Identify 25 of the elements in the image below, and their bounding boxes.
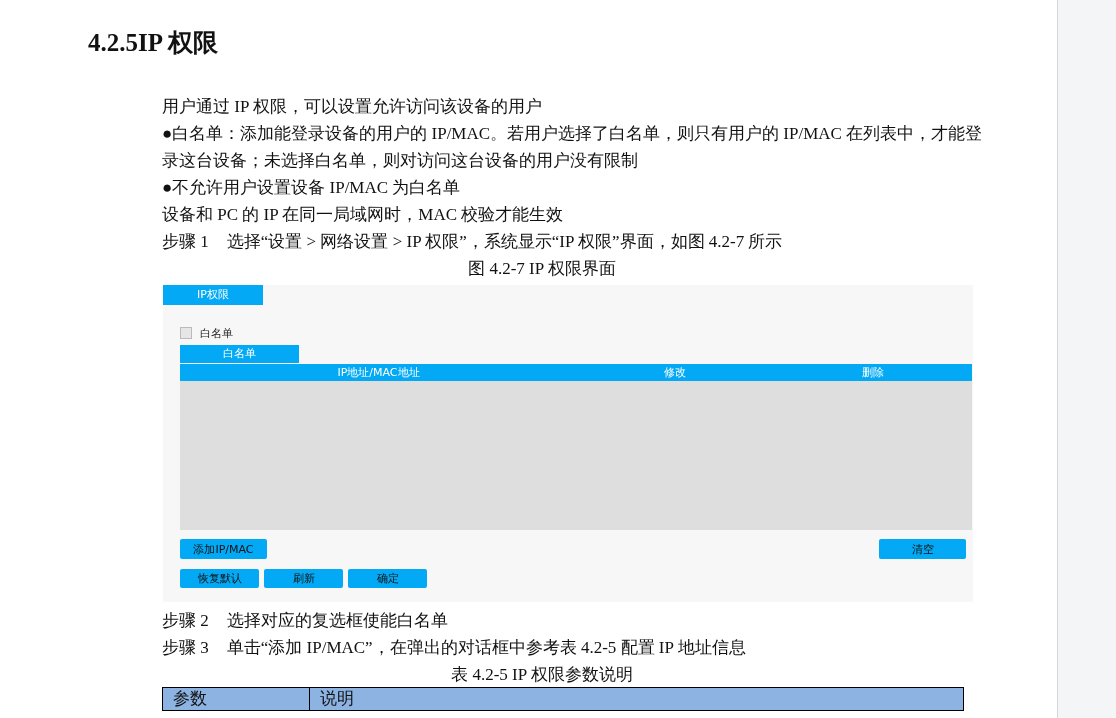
step-label: 步骤 3 xyxy=(162,638,209,657)
body-text: ●白名单：添加能登录设备的用户的 IP/MAC。若用户选择了白名单，则只有用户的 IP/MAC 在列表中，才能登录这台设备；未选择白名单，则对访问这台设备的用户没有限制 xyxy=(162,123,984,172)
action-button[interactable]: 恢复默认 xyxy=(180,569,259,588)
step-text: 选择对应的复选框使能白名单 xyxy=(226,611,448,630)
step-label: 步骤 1 xyxy=(162,232,209,251)
table-header-cell-text: 说明 xyxy=(319,688,355,710)
body-text: 设备和 PC 的 IP 在同一局域网时，MAC 校验才能生效 xyxy=(162,204,565,226)
column-header: 删除 xyxy=(860,365,885,381)
table-header-cell: 参数 xyxy=(163,688,310,710)
action-button[interactable]: 清空 xyxy=(879,539,966,559)
step-label: 步骤 2 xyxy=(162,611,209,630)
step-text: 选择“设置 > 网络设置 > IP 权限”，系统显示“IP 权限”界面，如图 4.2-7 所示 xyxy=(226,232,783,251)
figure-caption: 图 4.2-7 IP 权限界面 xyxy=(468,259,616,278)
action-button[interactable]: 添加IP/MAC xyxy=(180,539,267,559)
action-button[interactable]: 刷新 xyxy=(264,569,343,588)
checkbox-label: 白名单 xyxy=(200,325,233,341)
step-text: 单击“添加 IP/MAC”，在弹出的对话框中参考表 4.2-5 配置 IP 地址信息 xyxy=(226,638,746,657)
table-caption: 表 4.2-5 IP 权限参数说明 xyxy=(451,665,633,684)
section-heading: 4.2.5IP 权限 xyxy=(88,28,219,58)
body-text: 用户通过 IP 权限，可以设置允许访问该设备的用户 xyxy=(162,96,543,118)
column-header: IP地址/MAC地址 xyxy=(336,365,421,381)
checkbox[interactable] xyxy=(180,327,192,339)
column-header: 修改 xyxy=(663,365,687,381)
body-text: ●不允许用户设置设备 IP/MAC 为白名单 xyxy=(162,177,462,199)
action-button[interactable]: 确定 xyxy=(348,569,427,588)
